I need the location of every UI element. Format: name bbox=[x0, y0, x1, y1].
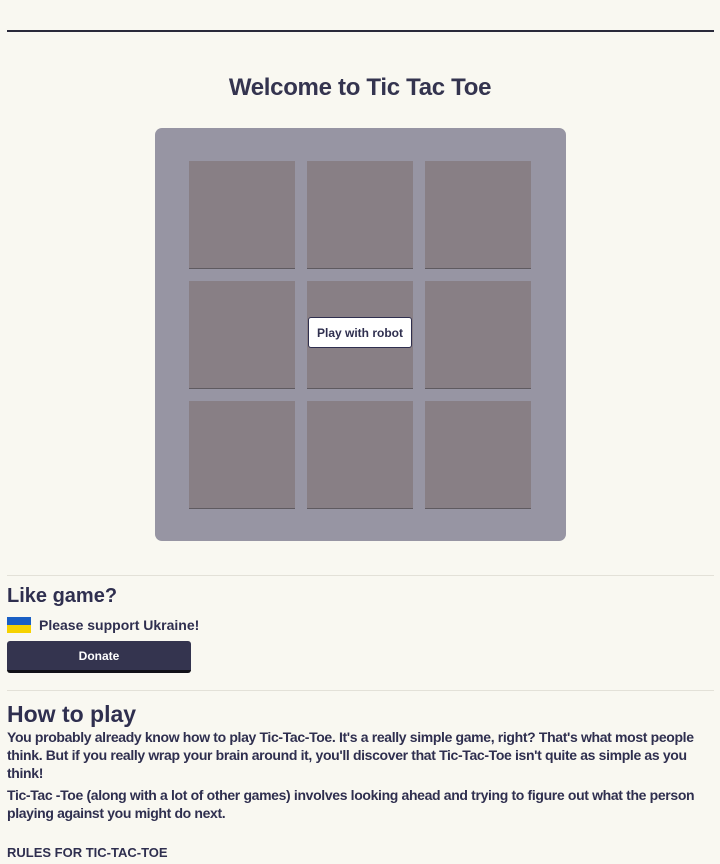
board-cell-1[interactable] bbox=[189, 161, 295, 269]
support-ukraine-text: Please support Ukraine! bbox=[39, 616, 200, 633]
board-cell-9[interactable] bbox=[425, 401, 531, 509]
rules-heading: RULES FOR TIC-TAC-TOE bbox=[7, 845, 168, 860]
section-divider bbox=[7, 575, 714, 576]
donate-button[interactable]: Donate bbox=[7, 641, 191, 673]
board-cell-2[interactable] bbox=[307, 161, 413, 269]
like-game-heading: Like game? bbox=[7, 585, 118, 607]
how-to-play-paragraph-1: You probably already know how to play Ti… bbox=[7, 729, 694, 781]
board-cell-3[interactable] bbox=[425, 161, 531, 269]
ukraine-flag-icon bbox=[7, 616, 31, 633]
header-divider bbox=[7, 30, 714, 32]
how-to-play-heading: How to play bbox=[7, 701, 137, 727]
board-cell-4[interactable] bbox=[189, 281, 295, 389]
board-cell-6[interactable] bbox=[425, 281, 531, 389]
board-cell-8[interactable] bbox=[307, 401, 413, 509]
play-with-robot-button[interactable]: Play with robot bbox=[308, 317, 412, 348]
page-title: Welcome to Tic Tac Toe bbox=[228, 74, 492, 101]
how-to-play-paragraph-2: Tic-Tac -Toe (along with a lot of other … bbox=[7, 787, 695, 821]
support-ukraine-row: Please support Ukraine! bbox=[7, 616, 199, 633]
section-divider bbox=[7, 690, 714, 691]
board-cell-7[interactable] bbox=[189, 401, 295, 509]
